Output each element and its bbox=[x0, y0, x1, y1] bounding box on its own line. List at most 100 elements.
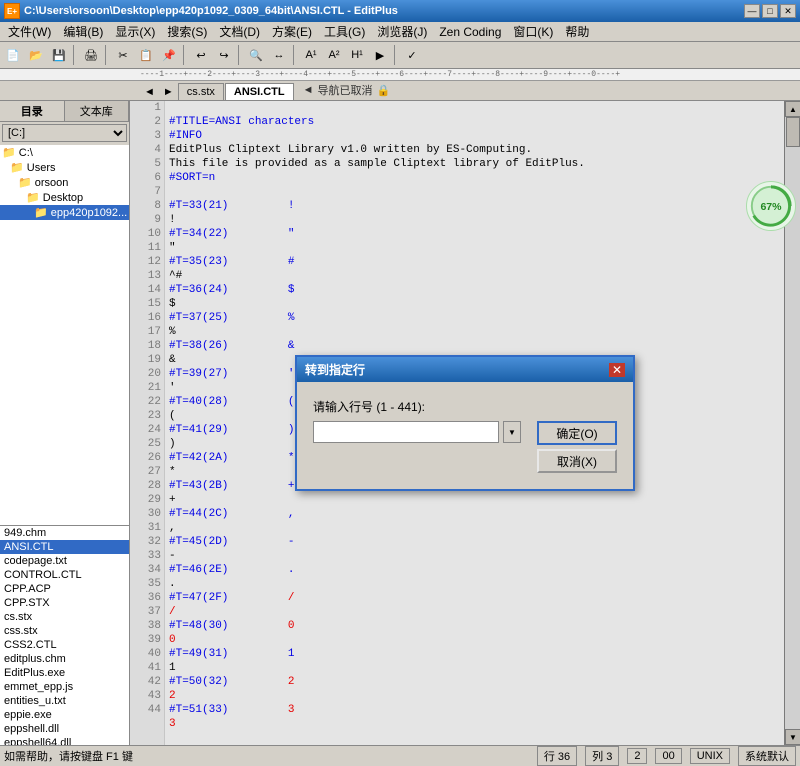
file-item-2[interactable]: codepage.txt bbox=[0, 554, 129, 568]
file-item-9[interactable]: editplus.chm bbox=[0, 652, 129, 666]
file-item-11[interactable]: emmet_epp.js bbox=[0, 680, 129, 694]
file-item-15[interactable]: eppshell64.dll bbox=[0, 736, 129, 745]
app-icon: E+ bbox=[4, 3, 20, 19]
file-item-14[interactable]: eppshell.dll bbox=[0, 722, 129, 736]
tb-replace[interactable]: ↔ bbox=[268, 44, 290, 66]
tree-node-c[interactable]: 📁 C:\ bbox=[0, 145, 129, 160]
drive-selector[interactable]: [C:] bbox=[2, 124, 127, 142]
status-lang: 系统默认 bbox=[738, 746, 796, 766]
panel-tabs: 目录 文本库 bbox=[0, 101, 129, 122]
dialog-content-row: ▼ 确定(O) 取消(X) bbox=[313, 421, 617, 473]
left-container: 目录 文本库 [C:] 📁 C:\ 📁 Users 📁 orsoon 📁 Des… bbox=[0, 101, 130, 745]
status-line-ending: UNIX bbox=[690, 748, 730, 764]
file-item-8[interactable]: CSS2.CTL bbox=[0, 638, 129, 652]
menu-zen-coding[interactable]: Zen Coding bbox=[433, 23, 507, 41]
status-bar: 如需帮助，请按键盘 F1 键 行 36 列 3 2 00 UNIX 系统默认 bbox=[0, 745, 800, 765]
file-item-3[interactable]: CONTROL.CTL bbox=[0, 568, 129, 582]
file-item-0[interactable]: 949.chm bbox=[0, 526, 129, 540]
tb-cut[interactable]: ✂ bbox=[112, 44, 134, 66]
panel-tab-lib[interactable]: 文本库 bbox=[65, 101, 130, 121]
goto-line-input[interactable] bbox=[313, 421, 499, 443]
close-button[interactable]: ✕ bbox=[780, 4, 796, 18]
tb-a2[interactable]: A² bbox=[323, 44, 345, 66]
tab-info: ◄ 导航已取消 🔒 bbox=[295, 80, 399, 100]
menu-file[interactable]: 文件(W) bbox=[2, 23, 57, 41]
tb-open[interactable]: 📂 bbox=[25, 44, 47, 66]
menu-tools[interactable]: 工具(G) bbox=[318, 23, 371, 41]
tab-ansi-ctl[interactable]: ANSI.CTL bbox=[225, 83, 294, 100]
tb-save[interactable]: 💾 bbox=[48, 44, 70, 66]
menu-bar: 文件(W) 编辑(B) 显示(X) 搜索(S) 文档(D) 方案(E) 工具(G… bbox=[0, 22, 800, 42]
status-line: 行 36 bbox=[537, 746, 577, 766]
maximize-button[interactable]: □ bbox=[762, 4, 778, 18]
toolbar: 📄 📂 💾 🖨 ✂ 📋 📌 ↩ ↪ 🔍 ↔ A¹ A² H¹ ▶ ✓ bbox=[2, 44, 798, 66]
minimize-button[interactable]: — bbox=[744, 4, 760, 18]
tab-right-arrow[interactable]: ► bbox=[159, 84, 178, 100]
tb-undo[interactable]: ↩ bbox=[190, 44, 212, 66]
tb-run[interactable]: ▶ bbox=[369, 44, 391, 66]
menu-search[interactable]: 搜索(S) bbox=[161, 23, 213, 41]
progress-svg: 67% bbox=[747, 181, 795, 231]
menu-doc[interactable]: 文档(D) bbox=[213, 23, 266, 41]
status-col: 列 3 bbox=[585, 746, 619, 766]
tree-node-epp[interactable]: 📁 epp420p1092... bbox=[0, 205, 129, 220]
tb-find[interactable]: 🔍 bbox=[245, 44, 267, 66]
tb-h[interactable]: H¹ bbox=[346, 44, 368, 66]
file-item-13[interactable]: eppie.exe bbox=[0, 708, 129, 722]
tab-bar: ◄ ► cs.stx ANSI.CTL ◄ 导航已取消 🔒 bbox=[0, 81, 800, 101]
status-help: 如需帮助，请按键盘 F1 键 bbox=[4, 748, 529, 764]
progress-circle: 67% bbox=[746, 181, 796, 231]
toolbar-sep4 bbox=[238, 45, 242, 65]
dialog-body: 请输入行号 (1 - 441): ▼ 确定(O) 取消(X) bbox=[297, 382, 633, 489]
menu-view[interactable]: 显示(X) bbox=[109, 23, 161, 41]
menu-browser[interactable]: 浏览器(J) bbox=[371, 23, 433, 41]
dialog-title-bar: 转到指定行 ✕ bbox=[297, 357, 633, 382]
toolbar-sep2 bbox=[105, 45, 109, 65]
tab-left-arrow[interactable]: ◄ bbox=[140, 84, 159, 100]
title-bar-text: E+ C:\Users\orsoon\Desktop\epp420p1092_0… bbox=[4, 3, 398, 19]
ruler-bar: ----1----+----2----+----3----+----4----+… bbox=[0, 69, 800, 81]
dialog-overlay: 转到指定行 ✕ 请输入行号 (1 - 441): ▼ 确定(O) bbox=[130, 101, 800, 745]
title-bar: E+ C:\Users\orsoon\Desktop\epp420p1092_0… bbox=[0, 0, 800, 22]
tree-node-orsoon[interactable]: 📁 orsoon bbox=[0, 175, 129, 190]
tb-check[interactable]: ✓ bbox=[401, 44, 423, 66]
file-item-10[interactable]: EditPlus.exe bbox=[0, 666, 129, 680]
goto-dropdown-btn[interactable]: ▼ bbox=[503, 421, 521, 443]
menu-scheme[interactable]: 方案(E) bbox=[266, 23, 318, 41]
tb-print[interactable]: 🖨 bbox=[80, 44, 102, 66]
dialog-label: 请输入行号 (1 - 441): bbox=[313, 398, 617, 415]
status-num: 2 bbox=[627, 748, 647, 764]
goto-dialog: 转到指定行 ✕ 请输入行号 (1 - 441): ▼ 确定(O) bbox=[295, 355, 635, 491]
tree-area: 📁 C:\ 📁 Users 📁 orsoon 📁 Desktop 📁 epp42… bbox=[0, 145, 129, 525]
tree-node-desktop[interactable]: 📁 Desktop bbox=[0, 190, 129, 205]
file-item-4[interactable]: CPP.ACP bbox=[0, 582, 129, 596]
panel-tab-dir[interactable]: 目录 bbox=[0, 101, 65, 121]
drive-selector-wrap: [C:] bbox=[0, 122, 129, 145]
menu-edit[interactable]: 编辑(B) bbox=[57, 23, 109, 41]
dialog-close-btn[interactable]: ✕ bbox=[609, 363, 625, 377]
tab-cs-stx[interactable]: cs.stx bbox=[178, 83, 224, 100]
tb-new[interactable]: 📄 bbox=[2, 44, 24, 66]
dialog-buttons: 确定(O) 取消(X) bbox=[537, 421, 617, 473]
tb-paste[interactable]: 📌 bbox=[158, 44, 180, 66]
toolbar-sep5 bbox=[293, 45, 297, 65]
tree-node-users[interactable]: 📁 Users bbox=[0, 160, 129, 175]
tb-redo[interactable]: ↪ bbox=[213, 44, 235, 66]
file-item-1[interactable]: ANSI.CTL bbox=[0, 540, 129, 554]
menu-help[interactable]: 帮助 bbox=[559, 23, 595, 41]
tb-a1[interactable]: A¹ bbox=[300, 44, 322, 66]
dialog-ok-btn[interactable]: 确定(O) bbox=[537, 421, 617, 445]
editor-area: 12345 678910 1112131415 1617181920 21222… bbox=[130, 101, 800, 745]
outer-layout: 目录 文本库 [C:] 📁 C:\ 📁 Users 📁 orsoon 📁 Des… bbox=[0, 101, 800, 745]
file-item-12[interactable]: entities_u.txt bbox=[0, 694, 129, 708]
file-item-7[interactable]: css.stx bbox=[0, 624, 129, 638]
toolbar-sep6 bbox=[394, 45, 398, 65]
file-item-5[interactable]: CPP.STX bbox=[0, 596, 129, 610]
tb-copy[interactable]: 📋 bbox=[135, 44, 157, 66]
title-bar-controls: — □ ✕ bbox=[744, 4, 796, 18]
menu-window[interactable]: 窗口(K) bbox=[507, 23, 559, 41]
toolbar-sep1 bbox=[73, 45, 77, 65]
dialog-input-row: ▼ bbox=[313, 421, 521, 443]
file-list: 949.chm ANSI.CTL codepage.txt CONTROL.CT… bbox=[0, 525, 130, 745]
dialog-cancel-btn[interactable]: 取消(X) bbox=[537, 449, 617, 473]
